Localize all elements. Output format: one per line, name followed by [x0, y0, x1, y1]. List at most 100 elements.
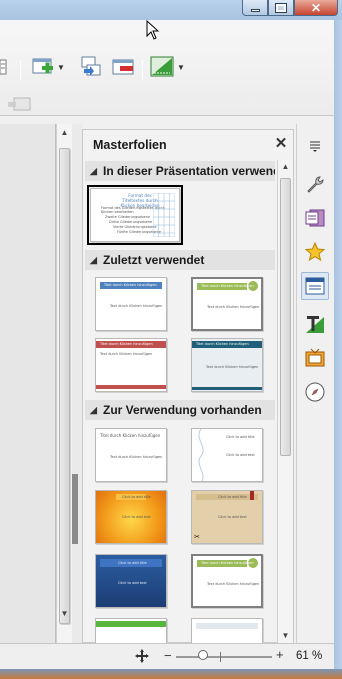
master-slide-recent-4[interactable]: Titel durch Klicken hinzufügen Text durc… [191, 338, 263, 392]
panel-close-button[interactable]: ✕ [273, 134, 289, 152]
tab-styles[interactable] [301, 310, 329, 338]
panel-title: Masterfolien [93, 138, 167, 152]
scroll-down-arrow-icon[interactable]: ▼ [278, 631, 293, 640]
thumb-body: Text durch Klicken hinzufügen [110, 304, 163, 308]
thumb-title: Click to add title [226, 435, 255, 439]
thumb-body: Text durch Klicken hinzufügen [207, 305, 260, 309]
thumb-title: Titel durch Klicken hinzufügen [100, 433, 161, 438]
chevron-down-icon[interactable]: ▼ [177, 63, 185, 72]
editor-scroll-thumb[interactable] [59, 148, 70, 624]
master-slide-available-5[interactable]: Click to add title Click to add text [95, 554, 167, 608]
wave-pattern-icon [198, 429, 204, 481]
move-icon[interactable] [134, 648, 150, 664]
thumb-body: Click to add text [218, 515, 247, 519]
thumb-title: Click to add title [218, 495, 247, 499]
zoom-out-button[interactable]: − [164, 648, 172, 663]
maximize-icon [275, 2, 287, 13]
disabled-toolbar-button[interactable] [8, 94, 32, 116]
master-slide-available-1[interactable]: Titel durch Klicken hinzufügen Text durc… [95, 428, 167, 482]
master-body-line: Klicken bearbeiten [101, 210, 134, 214]
master-slide-available-2[interactable]: Click to add title Click to add text [191, 428, 263, 482]
section-heading: Zur Verwendung vorhanden [103, 403, 262, 417]
title-bar-shape [96, 621, 166, 627]
scroll-up-arrow-icon[interactable]: ▲ [57, 128, 72, 142]
panel-scroll-thumb[interactable] [280, 178, 291, 456]
thumb-title: Titel durch Klicken hinzufügen [100, 342, 153, 346]
tab-animation[interactable] [301, 344, 329, 372]
close-window-button[interactable]: ✕ [294, 0, 338, 16]
section-heading: In dieser Präsentation verwend [103, 164, 275, 178]
collapse-triangle-icon[interactable]: ◢ [90, 400, 97, 420]
splitter-grip-icon[interactable] [72, 474, 78, 544]
close-icon: ✕ [310, 0, 322, 15]
duplicate-slide-icon [81, 56, 101, 76]
master-slide-available-8[interactable] [191, 618, 263, 644]
zoom-slider-track[interactable] [176, 656, 272, 658]
new-slide-button[interactable]: ▼ [32, 56, 65, 78]
tab-navigator[interactable] [301, 378, 329, 406]
tab-properties[interactable] [301, 170, 329, 198]
scroll-down-arrow-icon[interactable]: ▼ [57, 609, 72, 623]
sidebar-menu-button[interactable] [301, 132, 329, 160]
master-slide-available-4[interactable]: Click to add title Click to add text ✂ [191, 490, 263, 544]
section-heading: Zuletzt verwendet [103, 253, 205, 267]
delete-slide-button[interactable] [112, 56, 134, 78]
thumb-title: Titel durch Klicken hinzufügen [104, 283, 157, 287]
bookmark-icon [250, 491, 254, 500]
section-recently-used[interactable]: ◢ Zuletzt verwendet [85, 250, 275, 270]
status-bar: − + 61 % [0, 643, 334, 669]
zoom-slider-center-tick [220, 652, 221, 662]
mouse-cursor-icon [146, 20, 160, 40]
window-frame-bottom [0, 669, 342, 679]
section-used-in-presentation[interactable]: ◢ In dieser Präsentation verwend [85, 161, 275, 181]
sidebar-tab-bar [296, 124, 334, 643]
master-slide-available-3[interactable]: Click to add title Click to add text [95, 490, 167, 544]
zoom-slider-knob[interactable] [198, 650, 208, 660]
toolbar-separator [142, 60, 143, 80]
panel-vertical-scrollbar[interactable]: ▲ ▼ [277, 160, 293, 644]
thumb-body: Click to add text [122, 515, 151, 519]
master-slides-panel: Masterfolien ✕ ◢ In dieser Präsentation … [82, 129, 294, 644]
collapse-triangle-icon[interactable]: ◢ [90, 161, 97, 181]
minimize-button[interactable] [242, 0, 268, 16]
duplicate-slide-button[interactable] [80, 56, 102, 78]
slide-layout-button[interactable]: ▼ [150, 56, 185, 78]
tab-slide-transition[interactable] [301, 204, 329, 232]
thumb-body: Text durch Klicken hinzufügen [206, 365, 259, 369]
collapse-triangle-icon[interactable]: ◢ [90, 250, 97, 270]
master-slide-recent-1[interactable]: Titel durch Klicken hinzufügen Text durc… [95, 277, 167, 331]
master-slide-available-7[interactable] [95, 618, 167, 644]
zoom-in-button[interactable]: + [276, 647, 284, 662]
chevron-down-icon[interactable]: ▼ [57, 63, 65, 72]
master-slide-current[interactable]: Format des Titeltextes durch Klicken bea… [87, 185, 183, 245]
master-slide-available-6[interactable]: Titel durch Klicken hinzufügen Text durc… [191, 554, 263, 608]
partial-toolbar-button[interactable] [0, 56, 10, 78]
thumb-title: Titel durch Klicken hinzufügen [196, 342, 249, 346]
slide-editing-area[interactable] [0, 124, 56, 643]
thumb-body: Click to add text [226, 453, 255, 457]
master-slide-recent-3[interactable]: Titel durch Klicken hinzufügen Text durc… [95, 338, 167, 392]
master-slides-icon [305, 277, 325, 295]
zoom-level[interactable]: 61 % [296, 650, 322, 662]
styles-icon [306, 316, 324, 333]
master-slide-recent-2[interactable]: Titel durch Klicken hinzufügen Text durc… [191, 277, 263, 331]
tab-master-slides[interactable] [301, 272, 329, 300]
editor-vertical-scrollbar[interactable]: ▲ ▼ [56, 124, 72, 643]
sidebar-splitter[interactable] [72, 124, 82, 643]
master-body-line: Zweite Gliederungsebene [105, 215, 151, 219]
list-icon [0, 59, 7, 75]
section-available[interactable]: ◢ Zur Verwendung vorhanden [85, 400, 275, 420]
slide-transition-icon [305, 209, 325, 227]
minimize-icon [250, 9, 260, 12]
delete-slide-icon [112, 59, 134, 75]
wrench-icon [307, 176, 324, 193]
scroll-up-arrow-icon[interactable]: ▲ [278, 162, 293, 171]
maximize-button[interactable] [268, 0, 294, 16]
toolbar: ▼ ▼ [0, 20, 334, 116]
thumb-title: Click to add title [122, 495, 151, 499]
thumb-body: Text durch Klicken hinzufügen [100, 352, 153, 356]
window-frame-right [334, 20, 342, 669]
title-bar: ✕ [0, 0, 342, 20]
tab-gallery[interactable] [301, 238, 329, 266]
compass-icon [305, 382, 325, 402]
